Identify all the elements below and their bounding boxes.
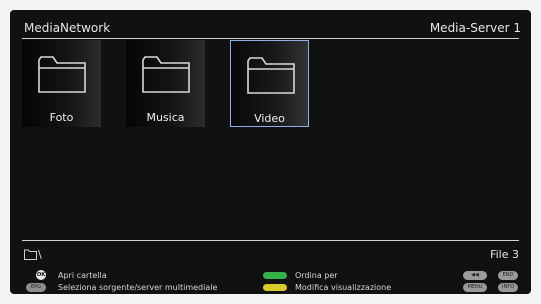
- ok-hint: Apri cartella: [58, 271, 107, 280]
- path-text: \: [38, 248, 42, 261]
- footer-row: EPG Seleziona sorgente/server multimedia…: [10, 282, 531, 294]
- info-button[interactable]: INFO: [498, 283, 518, 292]
- folder-icon: [24, 249, 37, 260]
- status-divider: [22, 240, 519, 241]
- yellow-hint: Modifica visualizzazione: [295, 283, 392, 292]
- header: MediaNetwork Media-Server 1: [10, 10, 531, 40]
- folder-tile-foto[interactable]: Foto: [22, 40, 101, 127]
- epg-hint: Seleziona sorgente/server multimediale: [58, 283, 218, 292]
- media-network-screen: MediaNetwork Media-Server 1 Foto Musica …: [10, 10, 531, 294]
- folder-label: Foto: [49, 111, 74, 124]
- folder-tile-video[interactable]: Video: [230, 40, 309, 127]
- green-hint: Ordina per: [295, 271, 338, 280]
- file-count: File 3: [490, 248, 519, 261]
- current-path: \: [24, 248, 54, 262]
- folder-label: Video: [254, 112, 285, 125]
- ok-button[interactable]: OK: [36, 270, 46, 280]
- folder-icon: [247, 57, 295, 94]
- footer-hints: OK Apri cartella Ordina per ◀◀ END EPG S…: [10, 266, 531, 294]
- folder-icon: [38, 56, 86, 93]
- server-name: Media-Server 1: [429, 21, 521, 35]
- folder-label: Musica: [146, 111, 185, 124]
- green-button[interactable]: [263, 272, 287, 279]
- header-divider: [22, 38, 519, 39]
- menu-button[interactable]: MENU: [463, 283, 487, 292]
- rewind-button[interactable]: ◀◀: [463, 271, 487, 280]
- folder-tile-musica[interactable]: Musica: [126, 40, 205, 127]
- footer-row: OK Apri cartella Ordina per ◀◀ END: [10, 270, 531, 282]
- epg-button[interactable]: EPG: [26, 283, 46, 292]
- yellow-button[interactable]: [263, 284, 287, 291]
- folder-icon: [142, 56, 190, 93]
- app-title: MediaNetwork: [24, 21, 111, 35]
- end-button[interactable]: END: [498, 271, 518, 280]
